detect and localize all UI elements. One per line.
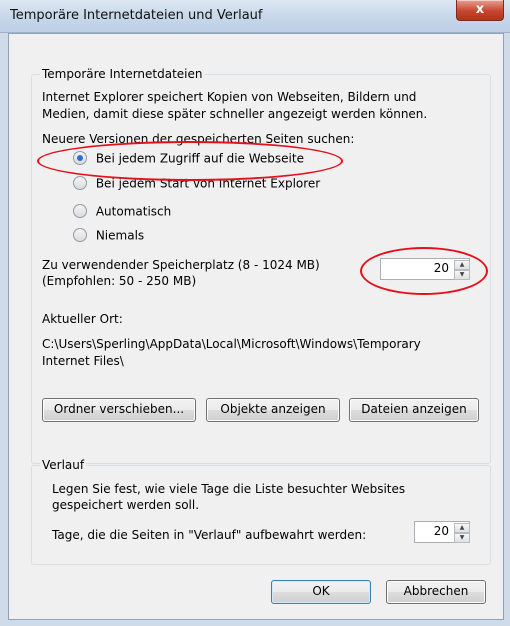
radio-never[interactable]: Niemals: [73, 227, 145, 246]
move-folder-button[interactable]: Ordner verschieben...: [42, 398, 196, 422]
current-location-label: Aktueller Ort:: [42, 312, 123, 326]
spin-up-icon[interactable]: ▲: [454, 523, 470, 533]
history-group-title: Verlauf: [40, 458, 87, 472]
radio-unchecked-icon: [73, 175, 87, 190]
temp-files-group-title: Temporäre Internetdateien: [40, 67, 205, 81]
history-group: Verlauf: [31, 458, 491, 565]
current-location-path-line1: C:\Users\Sperling\AppData\Local\Microsof…: [42, 337, 421, 351]
disk-space-label-line1: Zu verwendender Speicherplatz (8 - 1024 …: [42, 258, 320, 272]
close-button[interactable]: x: [456, 0, 504, 21]
cancel-button[interactable]: Abbrechen: [386, 580, 486, 604]
radio-automatic[interactable]: Automatisch: [73, 203, 172, 222]
annotation-ellipse: [360, 247, 488, 295]
radio-automatic-label: Automatisch: [95, 204, 172, 219]
view-files-button[interactable]: Dateien anzeigen: [349, 398, 479, 422]
radio-never-label: Niemals: [95, 228, 145, 243]
window-title: Temporäre Internetdateien und Verlauf: [10, 8, 263, 23]
radio-unchecked-icon: [73, 227, 87, 242]
temp-files-description-line1: Internet Explorer speichert Kopien von W…: [42, 90, 417, 104]
history-days-spinner[interactable]: 20 ▲ ▼: [414, 521, 470, 543]
ok-button[interactable]: OK: [271, 580, 371, 604]
history-days-label: Tage, die die Seiten in "Verlauf" aufbew…: [52, 528, 367, 542]
dialog-body: Temporäre Internetdateien Internet Explo…: [8, 33, 504, 620]
disk-space-label-line2: (Empfohlen: 50 - 250 MB): [42, 274, 197, 288]
title-bar: Temporäre Internetdateien und Verlauf x: [0, 0, 510, 33]
history-description-line1: Legen Sie fest, wie viele Tage die Liste…: [52, 482, 406, 496]
history-description-line2: gespeichert werden soll.: [52, 498, 200, 512]
current-location-path-line2: Internet Files\: [42, 354, 124, 368]
annotation-ellipse: [37, 141, 343, 181]
temp-files-description-line2: Medien, damit diese später schneller ang…: [42, 107, 428, 121]
spinner-arrows: ▲ ▼: [454, 523, 470, 543]
history-days-value: 20: [433, 524, 449, 538]
spin-down-icon[interactable]: ▼: [454, 533, 470, 543]
view-objects-button[interactable]: Objekte anzeigen: [206, 398, 340, 422]
radio-unchecked-icon: [73, 203, 87, 218]
